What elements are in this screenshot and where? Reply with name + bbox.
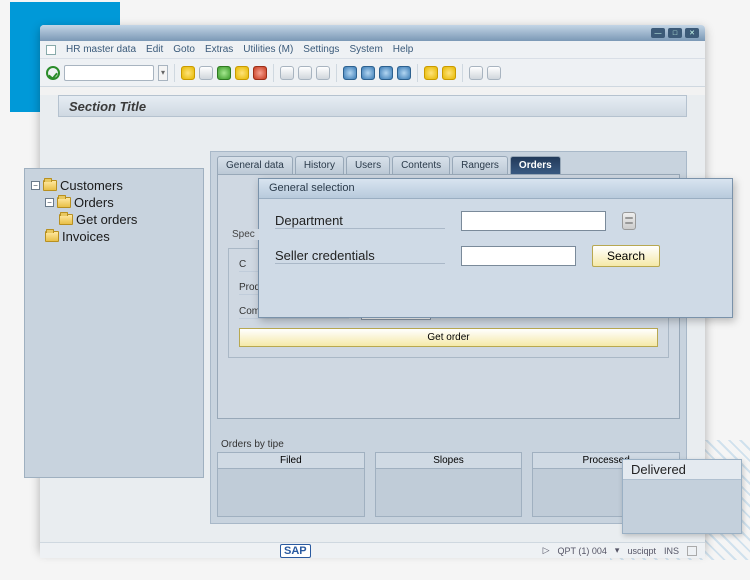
command-dropdown-icon[interactable]: ▾ xyxy=(158,65,168,81)
orders-by-label: Orders by tipe xyxy=(221,439,680,450)
sap-logo: SAP xyxy=(280,544,311,558)
seller-credentials-input[interactable] xyxy=(461,246,576,266)
tree-invoices-label: Invoices xyxy=(62,229,110,244)
separator xyxy=(273,64,274,82)
tab-rangers[interactable]: Rangers xyxy=(452,156,508,174)
menu-extras[interactable]: Extras xyxy=(205,44,233,55)
get-order-button[interactable]: Get order xyxy=(239,328,658,347)
collapse-icon[interactable]: − xyxy=(31,181,40,190)
menu-system[interactable]: System xyxy=(349,44,382,55)
menu-settings[interactable]: Settings xyxy=(303,44,339,55)
orders-section: Orders by tipe Filed Slopes Processed xyxy=(217,439,680,517)
label-seller-credentials: Seller credentials xyxy=(275,248,445,264)
orders-filed-box: Filed xyxy=(217,452,365,517)
cancel-icon[interactable] xyxy=(235,66,249,80)
layout-icon[interactable] xyxy=(487,66,501,80)
find-next-icon[interactable] xyxy=(316,66,330,80)
status-mode: INS xyxy=(664,546,679,556)
help-icon[interactable] xyxy=(469,66,483,80)
orders-filed-header: Filed xyxy=(218,453,364,469)
close-icon[interactable]: ✕ xyxy=(685,28,699,38)
folder-icon xyxy=(43,180,57,191)
toolbar: ▾ xyxy=(40,59,705,87)
menu-help[interactable]: Help xyxy=(393,44,414,55)
search-button[interactable]: Search xyxy=(592,245,660,267)
titlebar: — □ ✕ xyxy=(40,25,705,41)
status-system: QPT (1) 004 xyxy=(558,546,607,556)
statusbar: SAP ▷ QPT (1) 004 ▾ usciqpt INS xyxy=(40,542,705,558)
shortcut-icon[interactable] xyxy=(442,66,456,80)
tree-get-orders[interactable]: Get orders xyxy=(31,211,197,228)
tabstrip: General data History Users Contents Rang… xyxy=(211,152,686,174)
fieldset-legend: Spec xyxy=(228,229,259,240)
tab-users[interactable]: Users xyxy=(346,156,390,174)
separator xyxy=(336,64,337,82)
orders-slopes-header: Slopes xyxy=(376,453,522,469)
document-icon xyxy=(46,45,56,55)
status-user: usciqpt xyxy=(627,546,656,556)
department-input[interactable] xyxy=(461,211,606,231)
delivered-box: Delivered xyxy=(622,459,742,534)
tree-panel: − Customers − Orders Get orders Invoices xyxy=(24,168,204,478)
folder-icon xyxy=(57,197,71,208)
last-page-icon[interactable] xyxy=(397,66,411,80)
status-edit-icon[interactable] xyxy=(687,546,697,556)
menu-goto[interactable]: Goto xyxy=(173,44,195,55)
tree-orders[interactable]: − Orders xyxy=(31,194,197,211)
command-field[interactable] xyxy=(64,65,154,81)
label-department: Department xyxy=(275,213,445,229)
tab-contents[interactable]: Contents xyxy=(392,156,450,174)
exit-icon[interactable] xyxy=(217,66,231,80)
menu-title[interactable]: HR master data xyxy=(66,44,136,55)
tab-general-data[interactable]: General data xyxy=(217,156,293,174)
prev-page-icon[interactable] xyxy=(361,66,375,80)
delivered-header: Delivered xyxy=(623,460,741,480)
save-icon[interactable] xyxy=(199,66,213,80)
section-title: Section Title xyxy=(58,95,687,117)
maximize-icon[interactable]: □ xyxy=(668,28,682,38)
status-arrow-icon[interactable]: ▾ xyxy=(615,545,620,556)
menu-edit[interactable]: Edit xyxy=(146,44,163,55)
separator xyxy=(462,64,463,82)
stop-icon[interactable] xyxy=(253,66,267,80)
folder-icon xyxy=(59,214,73,225)
back-icon[interactable] xyxy=(181,66,195,80)
separator xyxy=(174,64,175,82)
minimize-icon[interactable]: — xyxy=(651,28,665,38)
general-selection-panel: General selection Department Seller cred… xyxy=(258,178,733,318)
separator xyxy=(417,64,418,82)
folder-icon xyxy=(45,231,59,242)
first-page-icon[interactable] xyxy=(343,66,357,80)
orders-slopes-box: Slopes xyxy=(375,452,523,517)
database-icon[interactable] xyxy=(622,212,636,230)
tree-orders-label: Orders xyxy=(74,195,114,210)
enter-icon[interactable] xyxy=(46,66,60,80)
general-selection-title: General selection xyxy=(259,179,732,199)
collapse-icon[interactable]: − xyxy=(45,198,54,207)
find-icon[interactable] xyxy=(298,66,312,80)
tree-invoices[interactable]: Invoices xyxy=(31,228,197,245)
tree-customers-label: Customers xyxy=(60,178,123,193)
tree-customers[interactable]: − Customers xyxy=(31,177,197,194)
next-page-icon[interactable] xyxy=(379,66,393,80)
status-play-icon[interactable]: ▷ xyxy=(543,545,550,556)
new-session-icon[interactable] xyxy=(424,66,438,80)
tree-get-orders-label: Get orders xyxy=(76,212,137,227)
menubar: HR master data Edit Goto Extras Utilitie… xyxy=(40,41,705,59)
tab-history[interactable]: History xyxy=(295,156,344,174)
print-icon[interactable] xyxy=(280,66,294,80)
menu-utilities[interactable]: Utilities (M) xyxy=(243,44,293,55)
tab-orders[interactable]: Orders xyxy=(510,156,561,174)
